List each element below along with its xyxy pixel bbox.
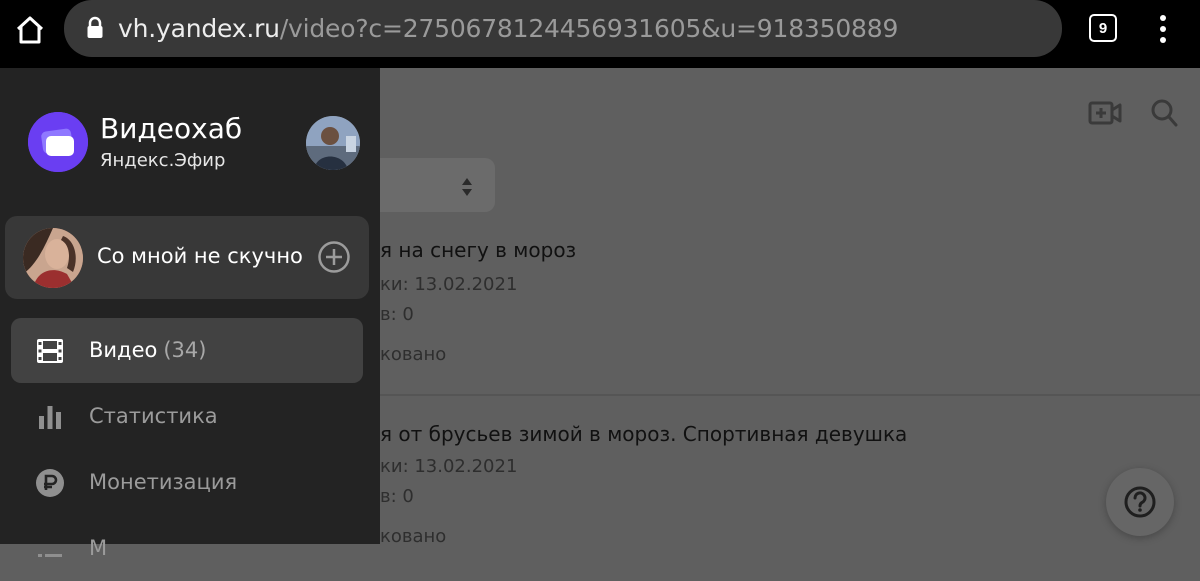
video-title[interactable]: я на снегу в мороз xyxy=(380,238,576,262)
url-text: vh.yandex.ru/video?c=2750678124456931605… xyxy=(118,14,898,43)
videohub-logo xyxy=(28,112,88,172)
side-drawer: Видеохаб Яндекс.Эфир Со мной не скучно В… xyxy=(0,68,380,560)
url-host: vh.yandex.ru xyxy=(118,14,280,43)
avatar-photo xyxy=(306,116,360,170)
add-channel-icon[interactable] xyxy=(317,240,351,274)
video-count: (34) xyxy=(163,338,207,362)
nav-label: Монетизация xyxy=(89,470,238,494)
browser-menu-button[interactable] xyxy=(1148,12,1178,46)
channel-name: Со мной не скучно xyxy=(97,244,303,268)
channel-avatar-photo xyxy=(23,228,83,288)
video-status: ковано xyxy=(380,344,447,365)
home-button[interactable] xyxy=(10,12,50,48)
help-icon xyxy=(1124,486,1156,518)
tabs-count: 9 xyxy=(1098,19,1108,37)
videohub-logo-icon xyxy=(28,112,88,172)
film-icon xyxy=(37,339,63,363)
menu-dot xyxy=(1160,15,1166,21)
video-title[interactable]: я от брусьев зимой в мороз. Спортивная д… xyxy=(380,422,907,446)
nav-item-more[interactable]: М xyxy=(11,516,363,581)
nav-label: Статистика xyxy=(89,404,218,428)
nav-item-monetization[interactable]: Монетизация xyxy=(11,450,363,515)
video-views: в: 0 xyxy=(380,304,414,325)
sort-arrows-icon xyxy=(462,178,472,196)
search-icon[interactable] xyxy=(1150,98,1178,128)
nav-item-statistics[interactable]: Статистика xyxy=(11,384,363,449)
video-views: в: 0 xyxy=(380,486,414,507)
video-date: ки: 13.02.2021 xyxy=(380,456,518,477)
menu-dot xyxy=(1160,26,1166,32)
bar-chart-icon xyxy=(39,406,61,429)
url-path: /video?c=2750678124456931605&u=918350889 xyxy=(279,14,899,43)
home-icon xyxy=(16,16,44,44)
menu-dot xyxy=(1160,37,1166,43)
sort-select[interactable] xyxy=(380,158,495,212)
nav-label: М xyxy=(89,536,108,560)
channel-card[interactable]: Со мной не скучно xyxy=(5,216,369,299)
list-icon xyxy=(38,554,62,557)
ruble-icon xyxy=(36,469,64,497)
hub-title: Видеохаб xyxy=(100,112,243,145)
add-video-icon[interactable] xyxy=(1088,100,1122,126)
browser-toolbar: vh.yandex.ru/video?c=2750678124456931605… xyxy=(0,0,1200,68)
channel-avatar xyxy=(23,228,83,288)
address-bar[interactable]: vh.yandex.ru/video?c=2750678124456931605… xyxy=(64,0,1062,57)
nav-item-video[interactable]: Видео (34) xyxy=(11,318,363,383)
user-avatar[interactable] xyxy=(306,116,360,170)
nav-label-text: Видео xyxy=(89,338,158,362)
help-button[interactable] xyxy=(1106,468,1174,536)
divider xyxy=(380,394,1200,396)
lock-icon xyxy=(87,16,103,38)
tabs-count-button[interactable]: 9 xyxy=(1089,14,1117,42)
video-date: ки: 13.02.2021 xyxy=(380,274,518,295)
hub-subtitle: Яндекс.Эфир xyxy=(100,150,226,171)
nav-label: Видео (34) xyxy=(89,338,206,362)
